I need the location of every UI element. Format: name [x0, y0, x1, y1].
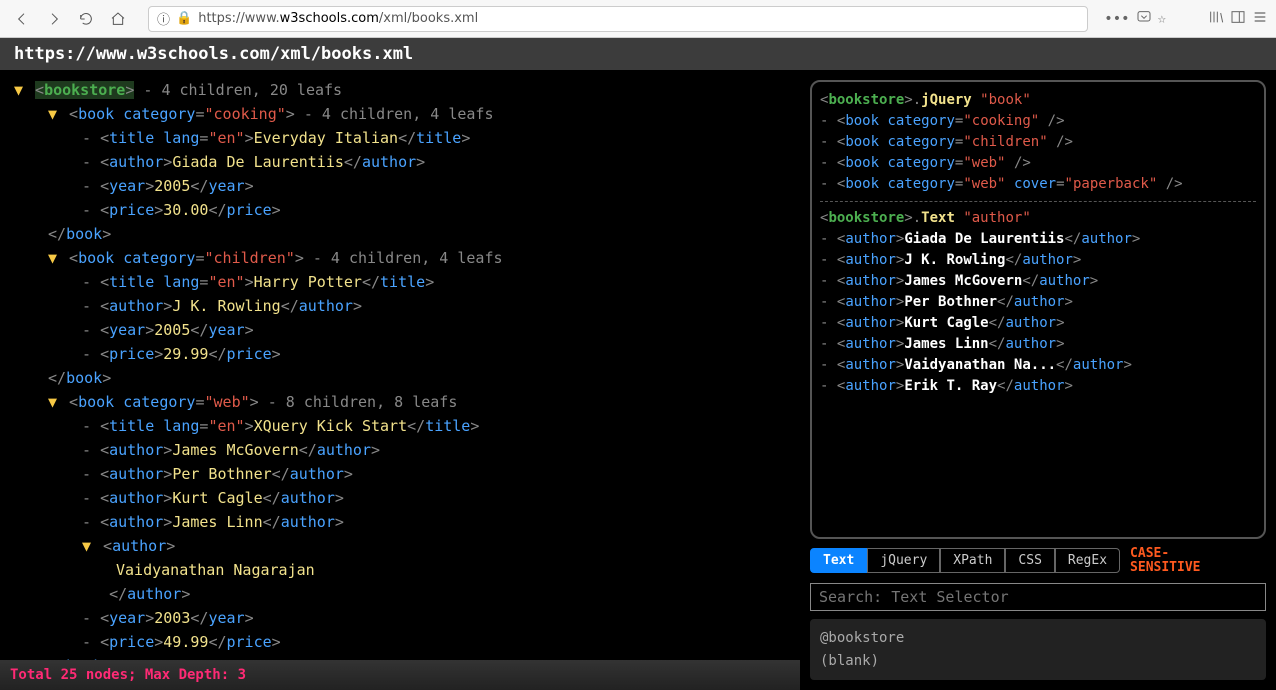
search-input[interactable]: [810, 583, 1266, 611]
expand-icon[interactable]: ▼: [48, 102, 60, 126]
xml-tree: ▼ <bookstore> - 4 children, 20 leafs▼ <b…: [0, 70, 800, 690]
lock-icon: 🔒: [176, 11, 192, 26]
page-title: https://www.w3schools.com/xml/books.xml: [0, 38, 1276, 70]
tab-css[interactable]: CSS: [1005, 548, 1054, 573]
expand-icon[interactable]: ▼: [48, 246, 60, 270]
pocket-icon[interactable]: [1136, 9, 1152, 29]
expand-icon[interactable]: ▼: [48, 390, 60, 414]
url-text: https://www.w3schools.com/xml/books.xml: [198, 11, 478, 26]
history-item[interactable]: (blank): [820, 650, 1256, 672]
expand-icon[interactable]: ▼: [14, 78, 26, 102]
forward-button[interactable]: [40, 5, 68, 33]
status-bar: Total 25 nodes; Max Depth: 3: [0, 660, 800, 690]
tab-text[interactable]: Text: [810, 548, 867, 573]
back-button[interactable]: [8, 5, 36, 33]
info-icon: ⓘ: [157, 9, 170, 28]
history-item[interactable]: @bookstore: [820, 627, 1256, 649]
reload-button[interactable]: [72, 5, 100, 33]
history-panel: @bookstore(blank): [810, 619, 1266, 680]
tab-jquery[interactable]: jQuery: [867, 548, 940, 573]
results-panel: <bookstore>.jQuery "book"- <book categor…: [810, 80, 1266, 539]
url-bar[interactable]: ⓘ 🔒 https://www.w3schools.com/xml/books.…: [148, 6, 1088, 32]
menu-icon[interactable]: [1252, 9, 1268, 29]
tab-xpath[interactable]: XPath: [940, 548, 1005, 573]
browser-toolbar: ⓘ 🔒 https://www.w3schools.com/xml/books.…: [0, 0, 1276, 38]
tab-regex[interactable]: RegEx: [1055, 548, 1120, 573]
expand-icon[interactable]: ▼: [82, 534, 94, 558]
sidebar-icon[interactable]: [1230, 9, 1246, 29]
bookmark-icon[interactable]: ☆: [1158, 11, 1166, 27]
more-icon[interactable]: •••: [1104, 11, 1129, 27]
library-icon[interactable]: [1208, 9, 1224, 29]
home-button[interactable]: [104, 5, 132, 33]
case-sensitive-toggle[interactable]: CASE-SENSITIVE: [1130, 547, 1200, 576]
selector-tabs: TextjQueryXPathCSSRegEx CASE-SENSITIVE: [810, 547, 1266, 576]
